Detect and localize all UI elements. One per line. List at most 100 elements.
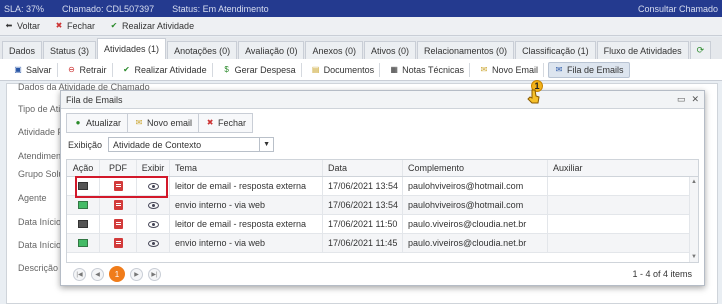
email-received-icon[interactable] [78,220,88,228]
tab-relacionamentos[interactable]: Relacionamentos (0) [417,41,515,59]
cell-complemento: paulo.viveiros@cloudia.net.br [403,215,548,233]
status-text: Status: Em Atendimento [172,3,269,14]
tab-ativos[interactable]: Ativos (0) [364,41,417,59]
tab-classificacao[interactable]: Classificação (1) [515,41,596,59]
cell-data: 17/06/2021 11:45 [323,234,403,252]
grid-scrollbar[interactable]: ▲ ▼ [689,177,698,262]
highlight-box [75,176,168,198]
close-icon: ✖ [55,21,63,30]
cell-complemento: paulohviveiros@hotmail.com [403,177,548,195]
exibicao-row: Exibição Atividade de Contexto ▼ [68,137,275,152]
novo-email-button[interactable]: ✉ Novo Email [474,62,545,77]
fila-emails-button[interactable]: ✉ Fila de Emails [548,61,630,78]
retrair-button[interactable]: ⊖ Retrair [62,62,113,77]
realizar-atividade-sub-button[interactable]: ✔ Realizar Atividade [117,62,213,77]
atualizar-button[interactable]: ● Atualizar [67,114,129,132]
gerar-despesa-button[interactable]: $ Gerar Despesa [217,62,302,77]
grid-pager: |◀ ◀ 1 ▶ ▶| 1 - 4 of 4 items [66,263,699,285]
scroll-down-icon[interactable]: ▼ [690,254,698,260]
realizar-sub-label: Realizar Atividade [134,64,207,75]
documentos-label: Documentos [323,64,375,75]
form-label: Agente [18,193,47,203]
col-complemento[interactable]: Complemento [403,160,548,176]
eye-icon[interactable] [147,239,159,247]
grid-header-row: Ação PDF Exibir Tema Data Complemento Au… [67,160,698,177]
tab-status[interactable]: Status (3) [43,41,97,59]
current-page-button[interactable]: 1 [109,266,125,282]
pdf-icon[interactable] [113,238,123,248]
email-icon: ✉ [135,118,143,127]
voltar-label: Voltar [17,21,41,31]
atualizar-label: Atualizar [86,118,122,128]
fechar-button[interactable]: ✖ Fechar [54,21,95,31]
col-tema[interactable]: Tema [170,160,323,176]
eye-icon[interactable] [147,201,159,209]
salvar-button[interactable]: ▣ Salvar [8,62,58,77]
realizar-atividade-button[interactable]: ✔ Realizar Atividade [109,21,194,31]
col-data[interactable]: Data [323,160,403,176]
pdf-icon[interactable] [113,200,123,210]
novo-email-dialog-button[interactable]: ✉ Novo email [128,114,200,132]
dialog-toolbar: ● Atualizar ✉ Novo email ✖ Fechar [66,113,254,133]
despesa-label: Gerar Despesa [234,64,296,75]
novo-email-dialog-label: Novo email [147,118,193,128]
retrair-label: Retrair [79,64,107,75]
pdf-icon[interactable] [113,219,123,229]
eye-icon[interactable] [147,220,159,228]
table-row[interactable]: envio interno - via web 17/06/2021 11:45… [67,234,698,253]
refresh-tab-icon[interactable]: ⟳ [689,41,712,59]
close-icon[interactable]: ✕ [691,94,699,105]
novo-email-label: Novo Email [492,64,539,75]
back-arrow-icon: ⬅ [5,21,13,30]
pager-count: 1 - 4 of 4 items [632,269,692,279]
notas-label: Notas Técnicas [402,64,465,75]
fechar-label: Fechar [67,21,96,31]
scroll-up-icon[interactable]: ▲ [690,179,698,185]
realizar-label: Realizar Atividade [122,21,195,31]
col-acao[interactable]: Ação [67,160,100,176]
activity-toolbar: ▣ Salvar ⊖ Retrair ✔ Realizar Atividade $ Ge… [0,59,722,81]
exibicao-value: Atividade de Contexto [113,139,202,150]
email-sent-icon[interactable] [78,201,88,209]
exibicao-select[interactable]: Atividade de Contexto ▼ [108,137,275,152]
tab-anexos[interactable]: Anexos (0) [305,41,363,59]
col-auxiliar[interactable]: Auxiliar [548,160,688,176]
check-icon: ✔ [110,21,118,30]
email-queue-icon: ✉ [555,64,563,74]
col-exibir[interactable]: Exibir [137,160,170,176]
close-circle-icon: ✖ [206,118,214,127]
top-status-bar: SLA: 37% Chamado: CDL507397 Status: Em A… [0,0,722,17]
consultar-chamado-link[interactable]: Consultar Chamado [638,4,718,14]
col-pdf[interactable]: PDF [100,160,137,176]
notas-tecnicas-button[interactable]: ▦ Notas Técnicas [384,62,471,77]
cell-auxiliar [548,215,688,233]
fechar-dialog-button[interactable]: ✖ Fechar [199,114,253,132]
fechar-dialog-label: Fechar [218,118,247,128]
tab-atividades[interactable]: Atividades (1) [97,38,167,59]
salvar-label: Salvar [26,64,52,75]
maximize-icon[interactable]: ▭ [677,94,686,105]
email-sent-icon[interactable] [78,239,88,247]
sla-text: SLA: 37% [4,3,45,14]
refresh-icon: ● [75,118,81,127]
last-page-icon[interactable]: ▶| [148,267,161,281]
first-page-icon[interactable]: |◀ [73,267,86,281]
cell-complemento: paulo.viveiros@cloudia.net.br [403,234,548,252]
action-bar: ⬅ Voltar ✖ Fechar ✔ Realizar Atividade [0,17,722,36]
documentos-button[interactable]: ▤ Documentos [306,62,381,77]
tab-dados[interactable]: Dados [2,41,43,59]
cell-data: 17/06/2021 11:50 [323,215,403,233]
money-icon: $ [224,64,229,74]
tab-fluxo-atividades[interactable]: Fluxo de Atividades [596,41,689,59]
hand-pointer-icon [527,89,540,104]
table-row[interactable]: leitor de email - resposta externa 17/06… [67,215,698,234]
tab-avaliacao[interactable]: Avaliação (0) [238,41,305,59]
chevron-down-icon[interactable]: ▼ [259,138,273,151]
tab-anotacoes[interactable]: Anotações (0) [167,41,238,59]
cell-tema: leitor de email - resposta externa [170,215,323,233]
cell-tema: envio interno - via web [170,234,323,252]
next-page-icon[interactable]: ▶ [130,267,143,281]
table-row[interactable]: envio interno - via web 17/06/2021 13:54… [67,196,698,215]
voltar-button[interactable]: ⬅ Voltar [4,21,40,31]
prev-page-icon[interactable]: ◀ [91,267,104,281]
